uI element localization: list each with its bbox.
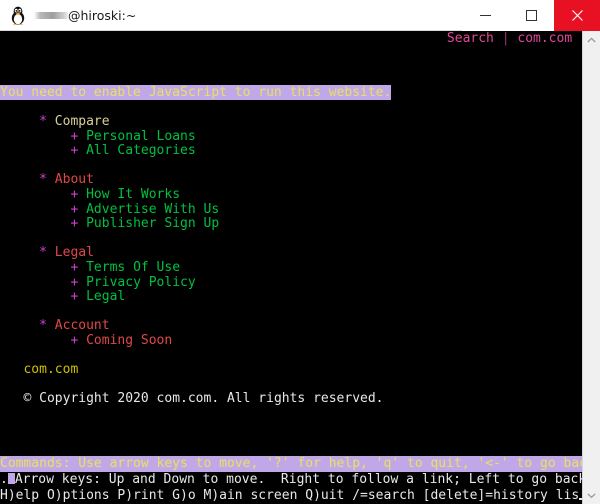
section-item-row: + All Categories: [0, 143, 582, 159]
nav-separator: |: [493, 31, 518, 46]
status-block: Commands: Use arrow keys to move, '?' fo…: [0, 456, 582, 504]
item-link[interactable]: Publisher Sign Up: [86, 216, 219, 231]
item-link[interactable]: How It Works: [86, 187, 180, 202]
section-item-row: + Personal Loans: [0, 129, 582, 145]
item-label: Coming Soon: [86, 332, 173, 348]
section-item-row: + Advertise With Us: [0, 202, 582, 218]
arrow-keys-text: Arrow keys: Up and Down to move. Right t…: [14, 472, 582, 487]
brand-label: com.com: [23, 362, 79, 378]
section-bullet-icon: *: [39, 245, 47, 261]
item-link[interactable]: Advertise With Us: [86, 202, 219, 217]
scroll-down-icon[interactable]: [583, 486, 600, 504]
item-link[interactable]: All Categories: [86, 143, 196, 158]
section-heading-row: * Account: [0, 319, 582, 334]
commands-status-line: Commands: Use arrow keys to move, '?' fo…: [0, 456, 582, 472]
maximize-button[interactable]: [508, 0, 554, 31]
item-link[interactable]: Legal: [86, 289, 125, 304]
site-link[interactable]: com.com: [517, 31, 572, 46]
lynx-viewport[interactable]: Search | com.com You need to enable Java…: [0, 31, 582, 504]
terminal-body: Search | com.com You need to enable Java…: [0, 31, 600, 504]
section-heading-link[interactable]: Account: [55, 318, 110, 334]
commands-text: Commands: Use arrow keys to move, '?' fo…: [0, 456, 582, 471]
scrollbar-track[interactable]: [583, 49, 600, 486]
title-bar[interactable]: @hiroski:~: [0, 0, 600, 31]
item-link[interactable]: Privacy Policy: [86, 275, 196, 290]
tux-penguin-icon: [9, 5, 27, 25]
top-nav-line: Search | com.com: [0, 31, 582, 47]
section-heading-link[interactable]: Compare: [55, 114, 110, 129]
redacted-username: [34, 11, 68, 19]
key-commands-text: H)elp O)ptions P)rint G)o M)ain screen Q…: [0, 488, 580, 503]
copyright-text: © Copyright 2020 com.com. All rights res…: [23, 391, 384, 407]
terminal-window: @hiroski:~ Search | com.com You need to …: [0, 0, 600, 504]
section-bullet-icon: *: [39, 318, 47, 334]
blank-row: [0, 349, 582, 364]
blank-row: [0, 305, 582, 320]
section-bullet-icon: *: [39, 172, 47, 188]
javascript-notice-text: You need to enable JavaScript to run thi…: [0, 85, 392, 100]
section-item-row: + Coming Soon: [0, 332, 582, 349]
section-item-row: + Legal: [0, 289, 582, 305]
arrow-keys-help-line: . Arrow keys: Up and Down to move. Right …: [0, 472, 582, 488]
blank-row: [0, 159, 582, 174]
section-heading-row: * About: [0, 173, 582, 188]
section-item-row: + Terms Of Use: [0, 260, 582, 276]
scroll-up-icon[interactable]: [583, 31, 600, 49]
copyright-row: © Copyright 2020 com.com. All rights res…: [0, 391, 582, 407]
close-button[interactable]: [554, 0, 600, 31]
key-commands-line: H)elp O)ptions P)rint G)o M)ain screen Q…: [0, 488, 582, 504]
text-caret: [579, 498, 582, 500]
section-heading-link[interactable]: Legal: [55, 245, 94, 261]
section-heading-link[interactable]: About: [55, 172, 94, 188]
section-heading-row: * Compare: [0, 114, 582, 130]
item-link[interactable]: Personal Loans: [86, 129, 196, 144]
blank-row: [0, 232, 582, 247]
section-item-row: + Privacy Policy: [0, 275, 582, 291]
brand-row: com.com: [0, 362, 582, 378]
section-heading-row: * Legal: [0, 246, 582, 261]
search-link[interactable]: Search: [447, 31, 494, 46]
commands-tail: .: [0, 472, 8, 487]
section-item-row: + How It Works: [0, 187, 582, 203]
section-item-row: + Publisher Sign Up: [0, 216, 582, 232]
page-content: * Compare + Personal Loans + All Categor…: [0, 114, 582, 407]
section-bullet-icon: *: [39, 114, 47, 129]
vertical-scrollbar[interactable]: [582, 31, 600, 504]
blank-row: [0, 378, 582, 393]
javascript-notice: You need to enable JavaScript to run thi…: [0, 85, 392, 100]
window-controls: [462, 0, 600, 31]
cursor-block: [7, 473, 15, 484]
minimize-button[interactable]: [462, 0, 508, 31]
item-link[interactable]: Terms Of Use: [86, 260, 180, 275]
window-title: @hiroski:~: [68, 7, 137, 23]
